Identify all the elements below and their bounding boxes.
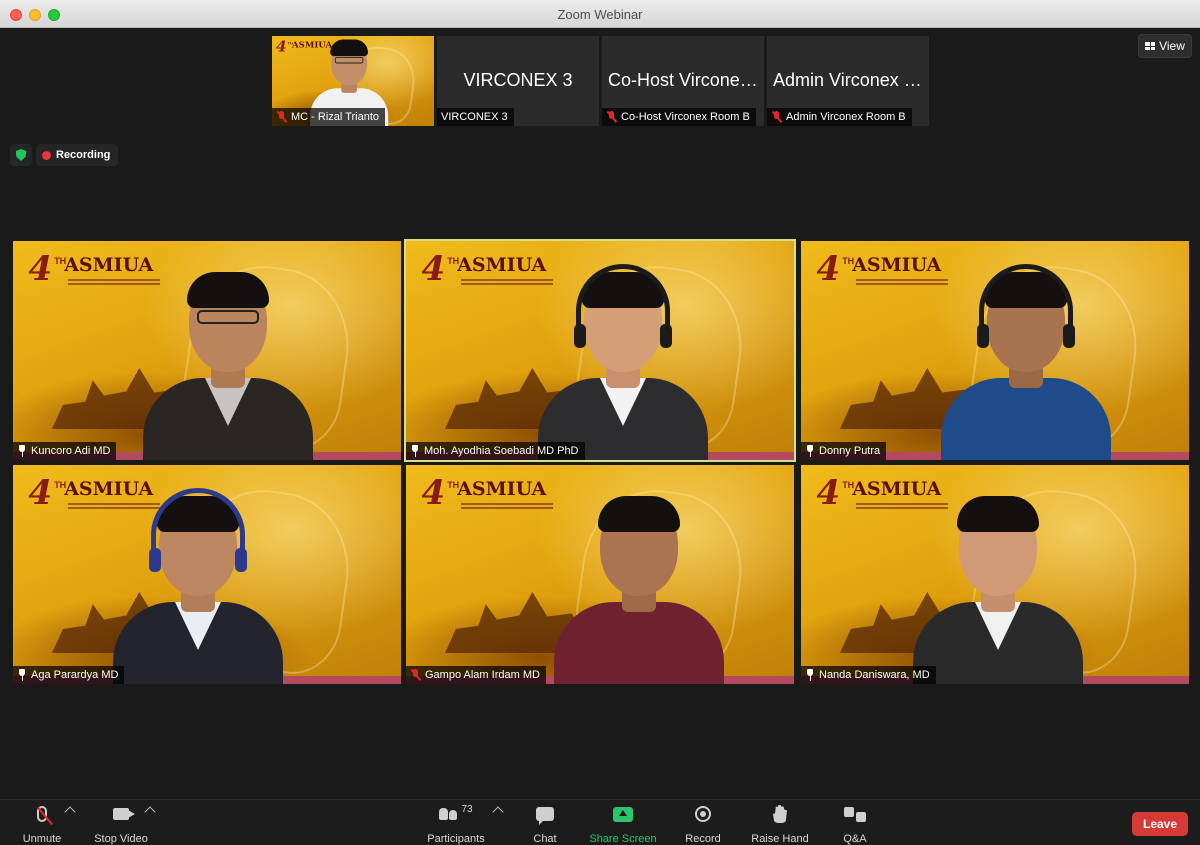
share-screen-button[interactable]: Share Screen [583,804,663,845]
thumbnail-admin[interactable]: Admin Virconex Room B Admin Virconex Roo… [767,36,929,126]
qa-icon [844,806,866,822]
chat-icon [536,807,554,825]
thumbnail-display-name: Co-Host Virconex Room B [608,70,764,90]
pin-icon [805,669,815,681]
thumbnail-mc[interactable]: 4 TH ASMIUA MC - Rizal Trianto [272,36,434,126]
qa-button[interactable]: Q&A [815,804,895,845]
participant-video [913,484,1083,684]
view-button[interactable]: View [1138,34,1192,58]
mic-muted-icon [771,111,782,123]
asmiua-logo: 4 TH ASMIUA [422,252,554,286]
video-tile[interactable]: 4 TH ASMIUA Gampo Alam Irdam MD [406,465,794,684]
asmiua-logo: 4 TH ASMIUA [422,476,554,510]
participant-name-tag: Aga Parardya MD [13,666,125,684]
participant-name-tag: Kuncoro Adi MD [13,442,117,460]
video-tile[interactable]: 4 TH ASMIUA Nanda Daniswara, MD [801,465,1189,684]
participant-video [113,484,283,684]
thumbnail-cohost[interactable]: Co-Host Virconex Room B Co-Host Virconex… [602,36,764,126]
mic-muted-icon [410,669,421,681]
hand-icon [773,805,787,823]
participant-video [143,260,313,460]
video-tile-active-speaker[interactable]: 4 TH ASMIUA Moh. Ayodhia Soebadi MD PhD [404,239,796,462]
participants-icon [439,808,458,820]
pin-icon [410,445,420,457]
raise-hand-button[interactable]: Raise Hand [740,804,820,845]
thumbnail-name-tag: Co-Host Virconex Room B [602,108,756,126]
participants-count: 73 [461,804,473,815]
thumbnail-display-name: VIRCONEX 3 [463,70,573,90]
record-button[interactable]: Record [663,804,743,845]
thumbnail-display-name: Admin Virconex Room B [773,70,929,90]
meeting-toolbar: Unmute Stop Video 73 Participants Chat S… [0,799,1200,845]
thumbnail-name-tag: Admin Virconex Room B [767,108,912,126]
participant-name-tag: Nanda Daniswara, MD [801,666,936,684]
leave-button[interactable]: Leave [1132,812,1188,836]
video-tile[interactable]: 4 TH ASMIUA Aga Parardya MD [13,465,401,684]
record-icon [695,806,711,822]
video-tile[interactable]: 4 TH ASMIUA Kuncoro Adi MD [13,241,401,460]
window-title: Zoom Webinar [557,7,643,22]
video-tile[interactable]: 4 TH ASMIUA Donny Putra [801,241,1189,460]
chat-button[interactable]: Chat [505,804,585,845]
mic-muted-icon [606,111,617,123]
participant-name-tag: Gampo Alam Irdam MD [406,666,546,684]
recording-dot-icon [42,150,51,160]
camera-icon [113,808,129,820]
recording-indicator[interactable]: Recording [36,144,119,166]
asmiua-logo: 4 TH ASMIUA [29,252,161,286]
participant-name-tag: Donny Putra [801,442,887,460]
grid-icon [1145,42,1156,50]
window-titlebar: Zoom Webinar [0,0,1200,28]
asmiua-logo: 4 TH ASMIUA [817,252,949,286]
thumbnail-name-tag: VIRCONEX 3 [437,108,514,126]
mic-muted-icon [276,111,287,123]
thumbnail-virconex-3[interactable]: VIRCONEX 3 VIRCONEX 3 [437,36,599,126]
participant-name-tag: Moh. Ayodhia Soebadi MD PhD [406,442,585,460]
security-shield-icon[interactable] [10,144,32,166]
share-screen-icon [613,806,633,822]
pin-icon [17,669,27,681]
participant-video [554,484,724,684]
participant-video [941,260,1111,460]
pin-icon [17,445,27,457]
microphone-muted-icon [37,806,53,826]
pin-icon [805,445,815,457]
webinar-stage: 4 TH ASMIUA MC - Rizal Trianto VIRCONEX 3 … [0,28,1200,799]
thumbnail-name-tag: MC - Rizal Trianto [272,108,386,126]
participant-video [538,260,708,460]
participants-button[interactable]: 73 Participants [416,804,496,845]
